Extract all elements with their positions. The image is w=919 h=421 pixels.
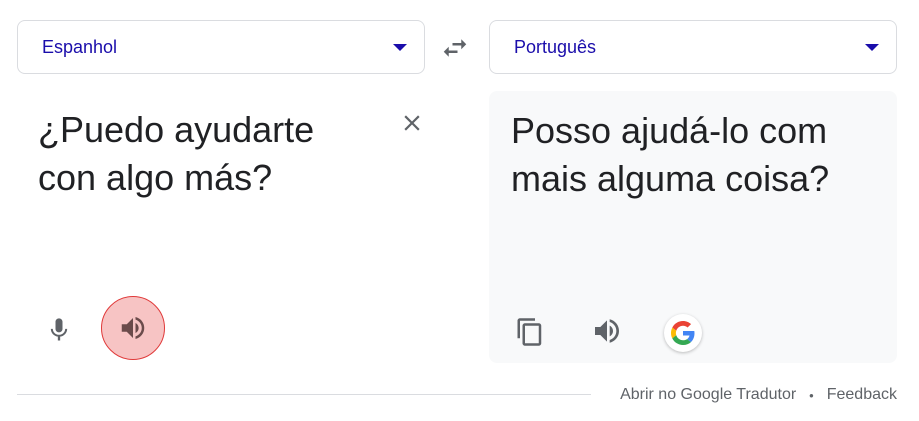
chevron-down-icon [393, 43, 407, 51]
swap-icon [443, 39, 467, 57]
copy-translation-button[interactable] [515, 317, 545, 347]
copy-icon [517, 318, 542, 346]
feedback-link[interactable]: Feedback [827, 386, 897, 404]
target-language-label: Português [514, 36, 597, 57]
translation-listen-button[interactable] [591, 315, 625, 349]
clear-text-button[interactable] [399, 110, 425, 136]
swap-languages-button[interactable] [440, 33, 470, 63]
source-language-label: Espanhol [42, 36, 118, 57]
footer: Abrir no Google Tradutor • Feedback [620, 386, 897, 404]
google-search-button[interactable] [664, 314, 702, 352]
open-in-google-translate-link[interactable]: Abrir no Google Tradutor [620, 386, 796, 404]
microphone-button[interactable] [45, 314, 73, 346]
speaker-icon [595, 319, 619, 343]
translation-panel: Posso ajudá-lo com mais alguma coisa? [489, 91, 897, 363]
close-icon [404, 115, 420, 131]
source-listen-button[interactable] [101, 296, 165, 360]
speaker-icon [121, 317, 145, 339]
mic-icon [50, 318, 68, 341]
target-language-select[interactable]: Português [489, 20, 897, 74]
google-g-icon [671, 321, 695, 345]
footer-separator: • [809, 387, 814, 403]
chevron-down-icon [865, 43, 879, 51]
translated-text: Posso ajudá-lo com mais alguma coisa? [511, 110, 830, 199]
footer-divider [17, 394, 591, 395]
source-text[interactable]: ¿Puedo ayudarte con algo más? [38, 106, 368, 202]
source-language-select[interactable]: Espanhol [17, 20, 425, 74]
